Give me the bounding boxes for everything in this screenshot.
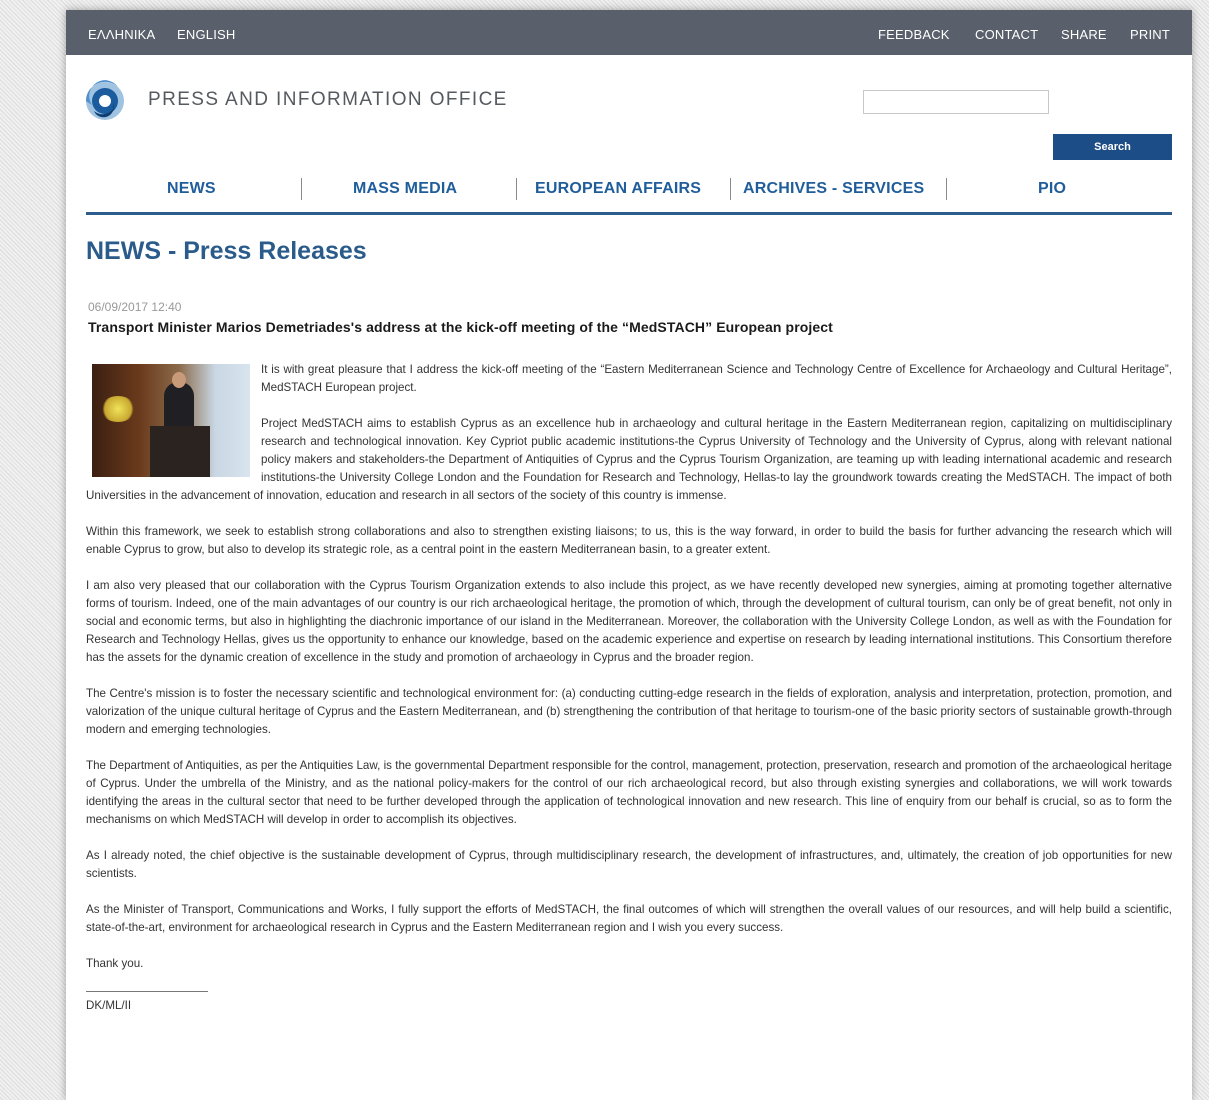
article-photo [92,364,250,477]
nav-divider [86,212,1172,215]
nav-item-news[interactable]: NEWS [167,180,216,198]
article-paragraph: Within this framework, we seek to establ… [86,525,1172,556]
site-name: PRESS AND INFORMATION OFFICE [148,89,508,110]
article-body: It is with great pleasure that I address… [86,361,1172,1033]
nav-separator [730,178,731,200]
contact-link[interactable]: CONTACT [975,27,1038,42]
top-bar: ΕΛΛΗΝΙΚΑ ENGLISH FEEDBACK CONTACT SHARE … [66,10,1192,55]
page-container: ΕΛΛΗΝΙΚΑ ENGLISH FEEDBACK CONTACT SHARE … [66,10,1192,1100]
page-title: NEWS - Press Releases [86,237,367,265]
signature-initials: DK/ML/II [86,999,132,1012]
nav-separator [946,178,947,200]
language-greek-link[interactable]: ΕΛΛΗΝΙΚΑ [88,27,155,42]
flowers-image-detail [100,396,136,422]
nav-item-mass-media[interactable]: MASS MEDIA [353,180,457,198]
nav-separator [301,178,302,200]
article-paragraph: As I already noted, the chief objective … [86,849,1172,880]
language-english-link[interactable]: ENGLISH [177,27,235,42]
nav-item-pio[interactable]: PIO [1038,180,1066,198]
speaker-head-image-detail [172,372,186,388]
article-paragraph: I am also very pleased that our collabor… [86,579,1172,664]
pio-logo-icon[interactable] [78,79,134,123]
nav-item-archives-services[interactable]: ARCHIVES - SERVICES [743,180,924,198]
article-title: Transport Minister Marios Demetriades's … [88,319,833,335]
post-date: 06/09/2017 12:40 [88,300,182,314]
article-paragraph: As the Minister of Transport, Communicat… [86,903,1172,934]
feedback-link[interactable]: FEEDBACK [878,27,950,42]
article-paragraph: Thank you. [86,957,144,970]
print-link[interactable]: PRINT [1130,27,1170,42]
podium-image-detail [150,426,210,477]
search-button[interactable]: Search [1053,134,1172,160]
article-paragraph: The Department of Antiquities, as per th… [86,759,1172,826]
nav-item-european-affairs[interactable]: EUROPEAN AFFAIRS [535,180,701,198]
nav-separator [516,178,517,200]
article-paragraph: The Centre's mission is to foster the ne… [86,687,1172,736]
signature-divider [86,991,208,992]
search-input[interactable] [863,90,1049,114]
share-link[interactable]: SHARE [1061,27,1107,42]
